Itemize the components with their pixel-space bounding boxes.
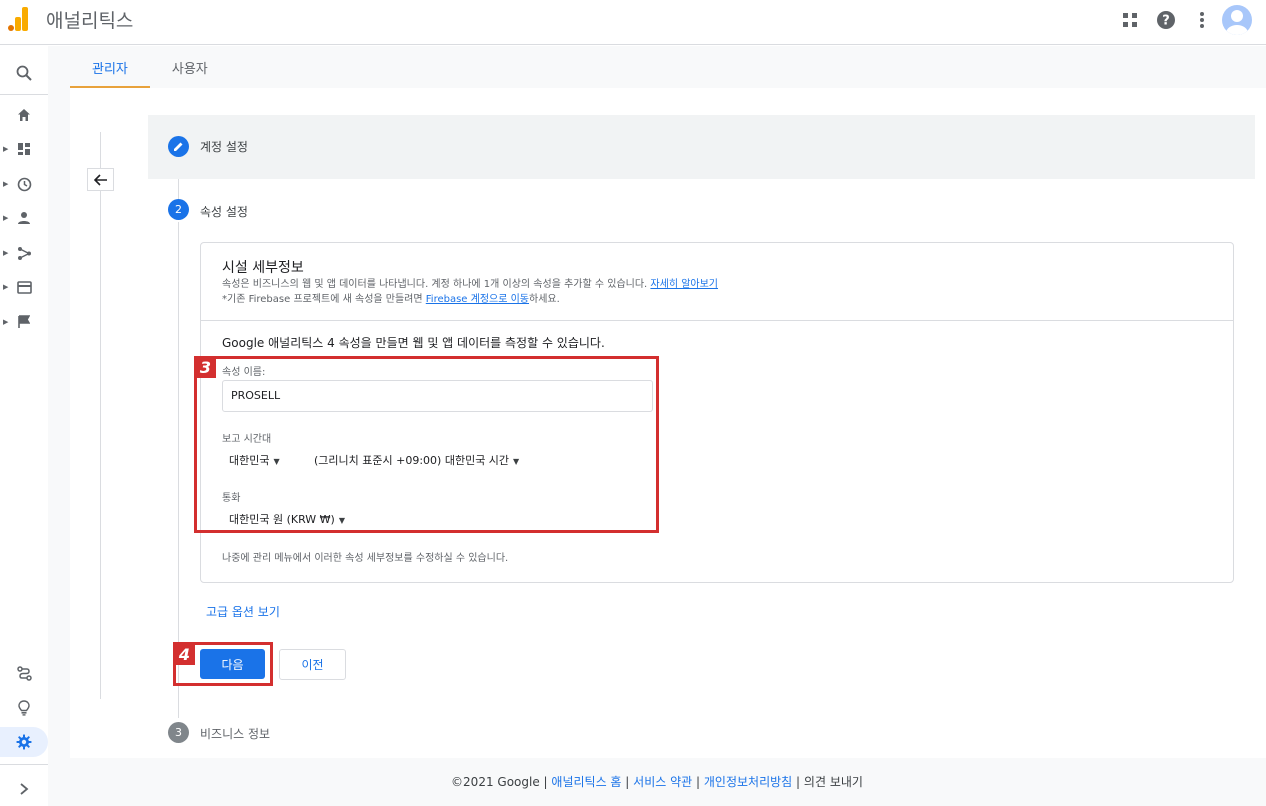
tab-admin[interactable]: 관리자 [70, 46, 150, 88]
annotation-box-3 [194, 356, 659, 533]
admin-tabs: 관리자 사용자 [70, 46, 230, 88]
step-1-label: 계정 설정 [200, 140, 248, 154]
page-footer: ©2021 Google | 애널리틱스 홈 | 서비스 약관 | 개인정보처리… [48, 773, 1266, 790]
footer-separator: | [696, 775, 701, 789]
account-avatar-icon[interactable] [1222, 5, 1252, 35]
footer-terms-link[interactable]: 서비스 약관 [633, 775, 692, 789]
flow-icon[interactable]: ▶ [0, 238, 48, 268]
footer-feedback-link[interactable]: 의견 보내기 [804, 775, 863, 789]
step-2-number: 2 [168, 199, 189, 220]
learn-more-link[interactable]: 자세히 알아보기 [650, 279, 718, 290]
next-button[interactable]: 다음 [200, 649, 265, 679]
firebase-link[interactable]: Firebase 계정으로 이동 [426, 294, 529, 305]
dashboard-icon[interactable]: ▶ [0, 134, 48, 164]
display-icon[interactable]: ▶ [0, 272, 48, 302]
gear-icon[interactable] [0, 727, 48, 757]
back-arrow-icon[interactable] [87, 168, 114, 191]
apps-grid-icon[interactable] [1116, 6, 1144, 34]
footer-separator: | [796, 775, 801, 789]
desc-line-2-suffix: 하세요. [529, 294, 560, 305]
step-3-number: 3 [168, 722, 189, 743]
card-title: 시설 세부정보 [222, 260, 304, 276]
step-3-label: 비즈니스 정보 [200, 727, 271, 741]
step-2-label: 속성 설정 [200, 205, 248, 219]
edit-later-note: 나중에 관리 메뉴에서 이러한 속성 세부정보를 수정하실 수 있습니다. [222, 553, 509, 564]
footer-separator: | [625, 775, 630, 789]
step-account-setup[interactable]: 계정 설정 [148, 115, 1255, 179]
desc-line-2: *기존 Firebase 프로젝트에 새 속성을 만들려면 [222, 294, 423, 305]
help-icon[interactable]: ? [1152, 6, 1180, 34]
left-nav-rail: ▶ ▶ ▶ ▶ ▶ ▶ [0, 46, 48, 806]
edit-pencil-icon [168, 136, 189, 157]
clock-icon[interactable]: ▶ [0, 169, 48, 199]
annotation-badge-4: 4 [174, 644, 195, 665]
person-icon[interactable]: ▶ [0, 203, 48, 233]
analytics-logo-icon[interactable] [6, 5, 30, 31]
svg-text:?: ? [1162, 14, 1170, 29]
panel-divider [100, 132, 101, 699]
previous-button[interactable]: 이전 [279, 649, 346, 680]
home-icon[interactable] [0, 100, 48, 130]
app-title: 애널리틱스 [46, 10, 134, 32]
top-app-bar: 애널리틱스 ? [0, 0, 1266, 45]
card-description: 속성은 비즈니스의 웹 및 앱 데이터를 나타냅니다. 계정 하나에 1개 이상… [222, 277, 718, 307]
step-connector [178, 179, 179, 199]
more-vert-icon[interactable] [1188, 6, 1216, 34]
footer-copyright: ©2021 Google | [451, 775, 548, 789]
footer-home-link[interactable]: 애널리틱스 홈 [551, 775, 621, 789]
content-area: 관리자 사용자 계정 설정 2 속성 설정 시설 세부정보 속성은 비즈니스의 … [48, 46, 1266, 806]
card-divider [201, 320, 1233, 321]
footer-privacy-link[interactable]: 개인정보처리방침 [704, 775, 792, 789]
advanced-options-link[interactable]: 고급 옵션 보기 [206, 603, 280, 620]
desc-line-1: 속성은 비즈니스의 웹 및 앱 데이터를 나타냅니다. 계정 하나에 1개 이상… [222, 279, 648, 290]
flag-icon[interactable]: ▶ [0, 307, 48, 337]
expand-icon[interactable] [0, 774, 48, 804]
annotation-badge-3: 3 [195, 357, 216, 378]
lightbulb-icon[interactable] [0, 693, 48, 723]
card-lead-text: Google 애널리틱스 4 속성을 만들면 웹 및 앱 데이터를 측정할 수 … [222, 336, 605, 350]
search-icon[interactable] [0, 58, 48, 88]
property-setup-panel: 계정 설정 2 속성 설정 시설 세부정보 속성은 비즈니스의 웹 및 앱 데이… [70, 88, 1266, 758]
tab-user[interactable]: 사용자 [150, 46, 230, 88]
route-icon[interactable] [0, 658, 48, 688]
